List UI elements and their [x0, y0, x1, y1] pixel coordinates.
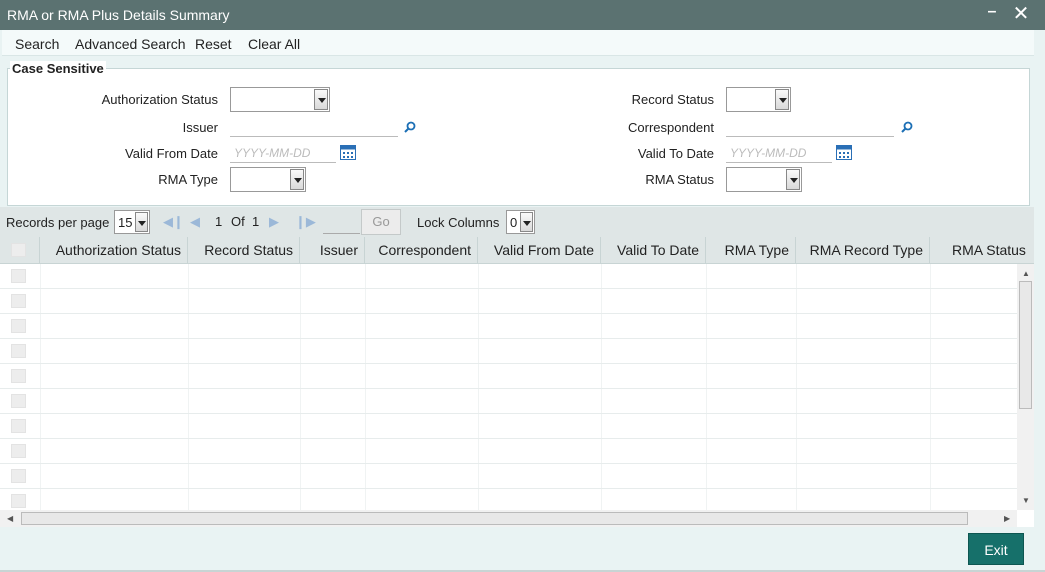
next-page-icon[interactable]: ▶: [269, 214, 279, 230]
valid-to-date-label: Valid To Date: [637, 146, 714, 161]
column-header[interactable]: Issuer: [300, 237, 365, 264]
results-grid: Authorization Status Record Status Issue…: [0, 237, 1034, 527]
exit-button[interactable]: Exit: [968, 533, 1024, 565]
table-row[interactable]: [0, 364, 1017, 389]
correspondent-label: Correspondent: [628, 120, 714, 135]
chevron-down-icon[interactable]: [775, 89, 789, 110]
advanced-search-menu-item[interactable]: Advanced Search: [75, 36, 186, 52]
row-checkbox[interactable]: [11, 269, 26, 283]
table-row[interactable]: [0, 389, 1017, 414]
of-label: Of: [231, 214, 245, 229]
chevron-down-icon[interactable]: [290, 169, 304, 190]
grid-header: Authorization Status Record Status Issue…: [0, 237, 1034, 264]
scroll-left-icon[interactable]: ◀: [7, 514, 13, 523]
row-checkbox[interactable]: [11, 394, 26, 408]
case-sensitive-legend: Case Sensitive: [10, 61, 106, 76]
rma-status-label: RMA Status: [645, 172, 714, 187]
last-page-icon[interactable]: ❙▶: [295, 214, 316, 230]
records-per-page-select[interactable]: 15: [114, 210, 150, 234]
rma-status-select[interactable]: [726, 167, 802, 192]
column-header[interactable]: Record Status: [188, 237, 300, 264]
chevron-down-icon[interactable]: [135, 212, 148, 232]
scroll-right-icon[interactable]: ▶: [1004, 514, 1010, 523]
row-checkbox[interactable]: [11, 294, 26, 308]
table-row[interactable]: [0, 264, 1017, 289]
column-header[interactable]: RMA Record Type: [796, 237, 930, 264]
issuer-input[interactable]: [230, 115, 398, 137]
records-per-page-label: Records per page: [6, 215, 110, 230]
records-per-page-value: 15: [118, 215, 133, 230]
vertical-scrollbar[interactable]: ▲ ▼: [1017, 264, 1034, 510]
lock-columns-label: Lock Columns: [417, 215, 500, 230]
rma-type-label: RMA Type: [158, 172, 218, 187]
menu-bar: Search Advanced Search Reset Clear All: [2, 30, 1034, 56]
row-checkbox[interactable]: [11, 319, 26, 333]
column-header[interactable]: RMA Status: [930, 237, 1034, 264]
select-all-column-header[interactable]: [0, 237, 40, 264]
correspondent-input[interactable]: [726, 115, 894, 137]
search-menu-item[interactable]: Search: [15, 36, 59, 52]
clear-all-menu-item[interactable]: Clear All: [248, 36, 300, 52]
column-header[interactable]: Authorization Status: [40, 237, 188, 264]
column-header[interactable]: Valid From Date: [478, 237, 601, 264]
table-row[interactable]: [0, 339, 1017, 364]
row-checkbox[interactable]: [11, 469, 26, 483]
column-header[interactable]: Valid To Date: [601, 237, 706, 264]
go-button[interactable]: Go: [361, 209, 401, 235]
issuer-label: Issuer: [182, 120, 218, 135]
valid-to-date-placeholder: YYYY-MM-DD: [730, 146, 807, 160]
column-header[interactable]: RMA Type: [706, 237, 796, 264]
current-page: 1: [215, 214, 223, 229]
column-header[interactable]: Correspondent: [365, 237, 478, 264]
row-checkbox[interactable]: [11, 494, 26, 508]
authorization-status-select[interactable]: [230, 87, 330, 112]
select-all-checkbox[interactable]: [11, 243, 26, 257]
reset-menu-item[interactable]: Reset: [195, 36, 232, 52]
chevron-down-icon[interactable]: [520, 212, 533, 232]
row-checkbox[interactable]: [11, 369, 26, 383]
minimize-icon[interactable]: –: [984, 3, 1000, 25]
vertical-scroll-thumb[interactable]: [1019, 281, 1032, 409]
window-title: RMA or RMA Plus Details Summary: [7, 7, 230, 23]
record-status-select[interactable]: [726, 87, 791, 112]
close-icon[interactable]: ✕: [1010, 3, 1032, 25]
table-row[interactable]: [0, 289, 1017, 314]
previous-page-icon[interactable]: ◀: [190, 214, 200, 230]
row-checkbox[interactable]: [11, 419, 26, 433]
calendar-icon[interactable]: [340, 145, 356, 160]
table-row[interactable]: [0, 464, 1017, 489]
title-bar: RMA or RMA Plus Details Summary – ✕: [0, 0, 1045, 30]
valid-from-date-label: Valid From Date: [125, 146, 218, 161]
table-row[interactable]: [0, 314, 1017, 339]
scroll-up-icon[interactable]: ▲: [1022, 269, 1030, 278]
rma-type-select[interactable]: [230, 167, 306, 192]
calendar-icon[interactable]: [836, 145, 852, 160]
valid-from-date-placeholder: YYYY-MM-DD: [234, 146, 311, 160]
scroll-down-icon[interactable]: ▼: [1022, 496, 1030, 505]
row-checkbox[interactable]: [11, 444, 26, 458]
search-icon[interactable]: [901, 121, 913, 133]
lock-columns-value: 0: [510, 215, 518, 230]
first-page-icon[interactable]: ◀❙: [163, 214, 184, 230]
record-status-label: Record Status: [631, 92, 714, 107]
search-icon[interactable]: [404, 121, 416, 133]
page-number-input[interactable]: [323, 210, 360, 234]
horizontal-scroll-thumb[interactable]: [21, 512, 968, 525]
row-checkbox[interactable]: [11, 344, 26, 358]
table-row[interactable]: [0, 439, 1017, 464]
chevron-down-icon[interactable]: [314, 89, 328, 110]
horizontal-scrollbar[interactable]: ◀ ▶: [0, 510, 1017, 527]
chevron-down-icon[interactable]: [786, 169, 800, 190]
lock-columns-select[interactable]: 0: [506, 210, 535, 234]
table-row[interactable]: [0, 414, 1017, 439]
authorization-status-label: Authorization Status: [101, 92, 218, 107]
total-pages: 1: [252, 214, 260, 229]
